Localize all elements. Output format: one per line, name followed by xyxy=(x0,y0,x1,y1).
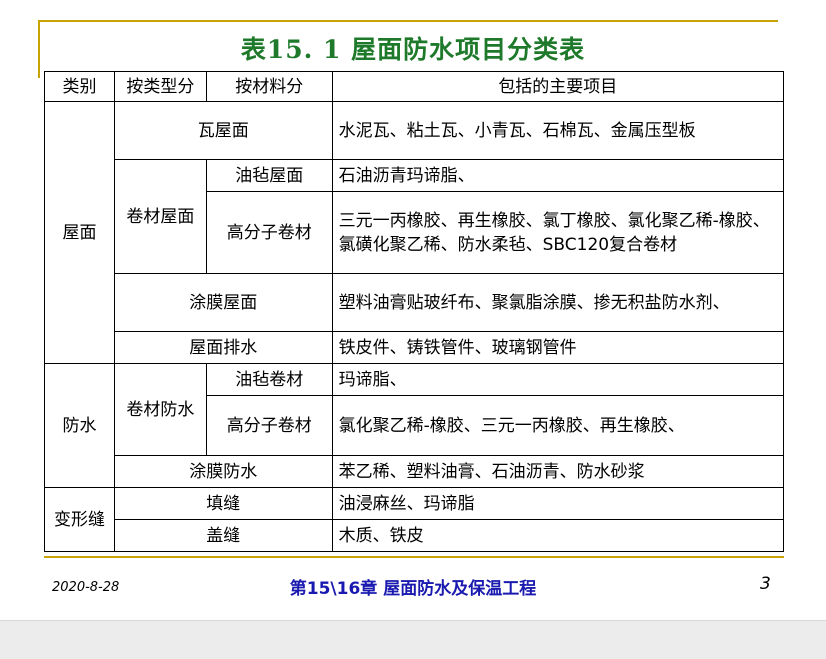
bottom-accent-rule xyxy=(44,556,784,558)
material-felt-roof: 油毡屋面 xyxy=(205,159,333,192)
type-roof-drain: 屋面排水 xyxy=(113,331,333,364)
type-roll-waterproof: 卷材防水 xyxy=(113,363,207,456)
slide-title: 表15. 1 屋面防水项目分类表 xyxy=(240,35,586,64)
items-polymer-roll: 三元一丙橡胶、再生橡胶、氯丁橡胶、氯化聚乙稀-橡胶、 氯磺化聚乙稀、防水柔毡、SB… xyxy=(331,191,785,274)
table-header-row: 类别 按类型分 按材料分 包括的主要项目 xyxy=(44,71,785,102)
table-row: 盖缝 木质、铁皮 xyxy=(45,519,785,552)
items-felt-roll: 玛谛脂、 xyxy=(331,363,785,396)
category-expansion-joint: 变形缝 xyxy=(44,487,115,552)
items-tile-roof: 水泥瓦、粘土瓦、小青瓦、石棉瓦、金属压型板 xyxy=(331,101,785,160)
slide: 表15. 1 屋面防水项目分类表 类别 按类型分 按材料分 包括的主要项目 屋面… xyxy=(0,0,826,620)
items-fill-joint: 油浸麻丝、玛谛脂 xyxy=(331,487,785,520)
items-cover-joint: 木质、铁皮 xyxy=(331,519,785,552)
items-polymer-roll-2: 氯化聚乙稀-橡胶、三元一丙橡胶、再生橡胶、 xyxy=(331,395,785,456)
table-row: 变形缝 填缝 油浸麻丝、玛谛脂 xyxy=(44,487,785,552)
type-coating-roof: 涂膜屋面 xyxy=(113,273,333,332)
items-roof-drain: 铁皮件、铸铁管件、玻璃钢管件 xyxy=(331,331,785,364)
table-row: 防水 卷材防水 油毡卷材 玛谛脂、 xyxy=(44,363,785,488)
header-main-items: 包括的主要项目 xyxy=(331,71,785,102)
category-waterproof: 防水 xyxy=(44,363,115,488)
page-number: 3 xyxy=(760,574,771,594)
material-polymer-roll: 高分子卷材 xyxy=(205,191,333,274)
header-by-type: 按类型分 xyxy=(113,71,207,102)
type-coating-waterproof: 涂膜防水 xyxy=(113,455,333,488)
material-felt-roll: 油毡卷材 xyxy=(205,363,333,396)
top-accent-rule xyxy=(38,20,778,22)
items-felt-roof: 石油沥青玛谛脂、 xyxy=(331,159,785,192)
category-roof: 屋面 xyxy=(44,101,115,364)
header-category: 类别 xyxy=(44,71,115,102)
viewer-bottom-strip xyxy=(0,620,826,659)
type-fill-joint: 填缝 xyxy=(113,487,333,520)
type-tile-roof: 瓦屋面 xyxy=(113,101,333,160)
type-roll-roof: 卷材屋面 xyxy=(113,159,207,274)
footer-chapter-title: 第15\16章 屋面防水及保温工程 xyxy=(289,579,537,599)
header-by-material: 按材料分 xyxy=(205,71,333,102)
classification-table: 类别 按类型分 按材料分 包括的主要项目 屋面 瓦屋面 水泥瓦、粘土瓦、小青瓦、… xyxy=(44,71,785,552)
material-polymer-roll-2: 高分子卷材 xyxy=(205,395,333,456)
table-row: 涂膜防水 苯乙稀、塑料油膏、石油沥青、防水砂浆 xyxy=(45,455,785,488)
table-row: 屋面排水 铁皮件、铸铁管件、玻璃钢管件 xyxy=(45,331,785,364)
table-row: 涂膜屋面 塑料油膏贴玻纤布、聚氯脂涂膜、掺无积盐防水剂、 xyxy=(45,273,785,332)
items-polymer-roll-line-2: 氯磺化聚乙稀、防水柔毡、SBC120复合卷材 xyxy=(338,234,678,255)
items-coating-waterproof: 苯乙稀、塑料油膏、石油沥青、防水砂浆 xyxy=(331,455,785,488)
table-row: 卷材屋面 油毡屋面 石油沥青玛谛脂、 xyxy=(45,159,785,274)
table-row: 屋面 瓦屋面 水泥瓦、粘土瓦、小青瓦、石棉瓦、金属压型板 xyxy=(44,101,785,364)
items-polymer-roll-line-1: 三元一丙橡胶、再生橡胶、氯丁橡胶、氯化聚乙稀-橡胶、 xyxy=(338,210,770,231)
type-cover-joint: 盖缝 xyxy=(113,519,333,552)
items-coating-roof: 塑料油膏贴玻纤布、聚氯脂涂膜、掺无积盐防水剂、 xyxy=(331,273,785,332)
